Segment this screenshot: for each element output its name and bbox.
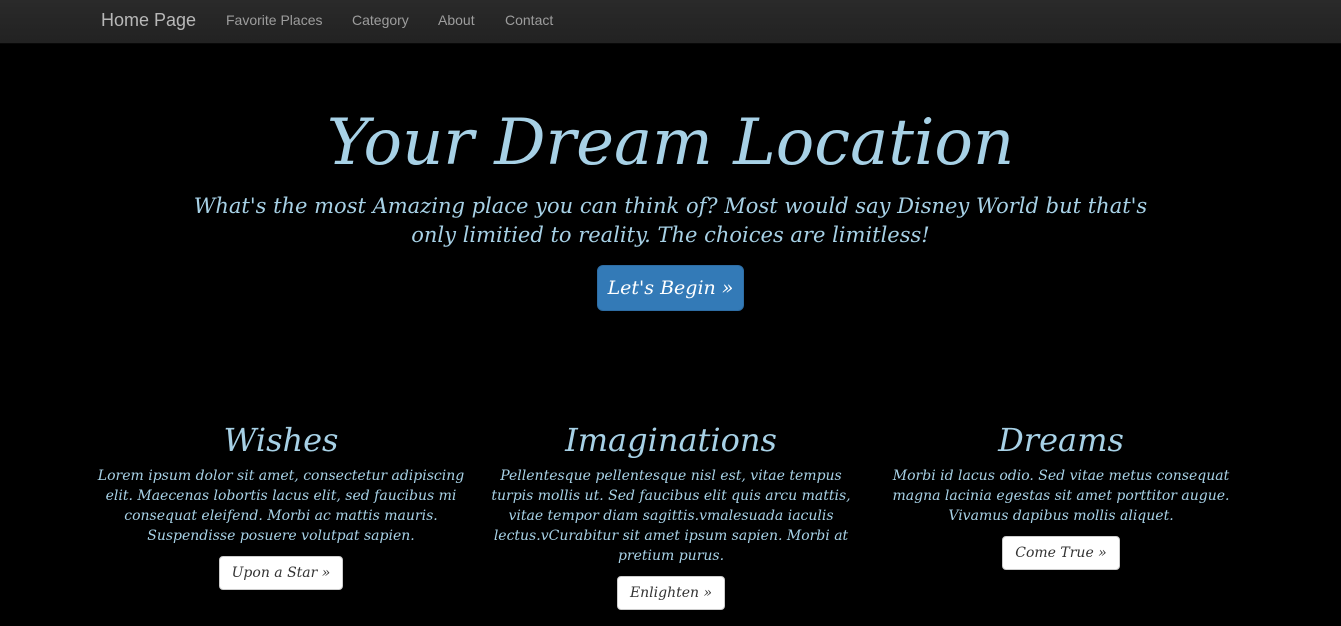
feature-column-wishes: Wishes Lorem ipsum dolor sit amet, conse… [96, 418, 466, 590]
column-text: Lorem ipsum dolor sit amet, consectetur … [97, 468, 465, 544]
feature-column-imaginations: Imaginations Pellentesque pellentesque n… [486, 418, 856, 610]
come-true-button[interactable]: Come True » [1002, 536, 1120, 570]
column-text: Pellentesque pellentesque nisl est, vita… [491, 468, 851, 564]
home-page-link[interactable]: Home Page [101, 10, 196, 31]
lets-begin-button[interactable]: Let's Begin » [597, 265, 744, 311]
column-heading: Wishes [223, 421, 339, 459]
feature-column-dreams: Dreams Morbi id lacus odio. Sed vitae me… [876, 418, 1246, 570]
column-text: Morbi id lacus odio. Sed vitae metus con… [892, 468, 1230, 524]
column-heading: Imaginations [565, 421, 777, 459]
top-navbar: Home Page Favorite Places Category About… [0, 0, 1341, 44]
column-heading: Dreams [998, 421, 1124, 459]
upon-a-star-button[interactable]: Upon a Star » [218, 556, 344, 590]
nav-link-about[interactable]: About [438, 12, 475, 28]
hero-title: Your Dream Location [326, 106, 1015, 180]
hero-subtitle: What's the most Amazing place you can th… [193, 194, 1148, 247]
nav-link-category[interactable]: Category [352, 12, 409, 28]
enlighten-button[interactable]: Enlighten » [616, 576, 726, 610]
nav-link-contact[interactable]: Contact [505, 12, 553, 28]
nav-link-favorite-places[interactable]: Favorite Places [226, 12, 322, 28]
